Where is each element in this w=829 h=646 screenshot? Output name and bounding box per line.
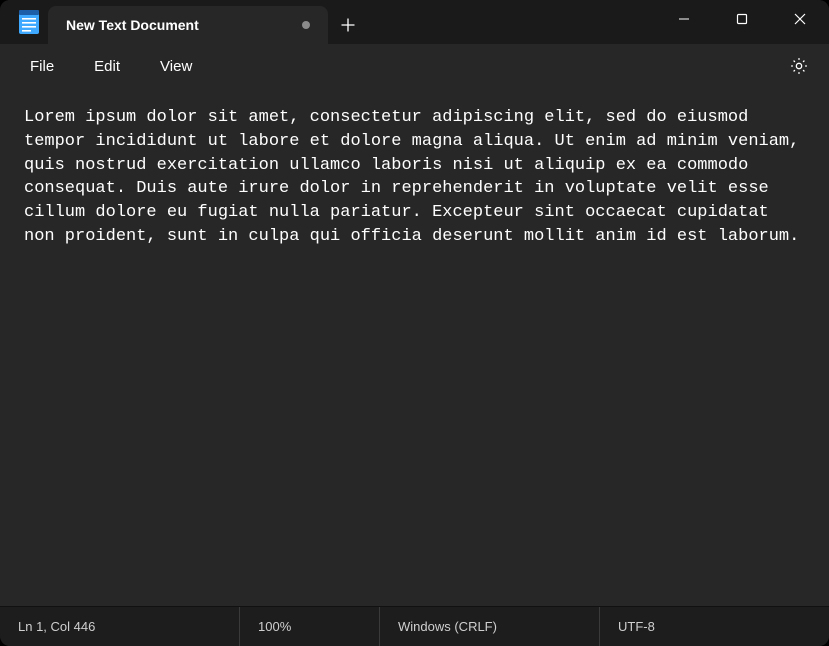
menubar: File Edit View (0, 44, 829, 88)
document-tab[interactable]: New Text Document (48, 6, 328, 44)
editor-text[interactable]: Lorem ipsum dolor sit amet, consectetur … (24, 106, 805, 249)
status-zoom[interactable]: 100% (240, 607, 380, 646)
status-line-ending[interactable]: Windows (CRLF) (380, 607, 600, 646)
settings-button[interactable] (779, 50, 819, 82)
maximize-button[interactable] (713, 0, 771, 38)
menu-edit[interactable]: Edit (74, 52, 140, 81)
close-button[interactable] (771, 0, 829, 38)
modified-indicator-icon[interactable] (302, 21, 310, 29)
new-tab-button[interactable] (328, 6, 368, 44)
editor-area[interactable]: Lorem ipsum dolor sit amet, consectetur … (0, 88, 829, 606)
maximize-icon (736, 13, 748, 25)
status-cursor-position[interactable]: Ln 1, Col 446 (0, 607, 240, 646)
window-controls (655, 0, 829, 44)
tab-title: New Text Document (66, 17, 302, 33)
statusbar: Ln 1, Col 446 100% Windows (CRLF) UTF-8 (0, 606, 829, 646)
menu-file[interactable]: File (10, 52, 74, 81)
plus-icon (341, 18, 355, 32)
close-icon (794, 13, 806, 25)
titlebar: New Text Document (0, 0, 829, 44)
minimize-button[interactable] (655, 0, 713, 38)
app-icon (0, 0, 48, 44)
gear-icon (789, 56, 809, 76)
menu-view[interactable]: View (140, 52, 212, 81)
minimize-icon (678, 13, 690, 25)
status-encoding[interactable]: UTF-8 (600, 607, 829, 646)
notepad-window: New Text Document File Edit View (0, 0, 829, 646)
notepad-icon (18, 9, 40, 35)
